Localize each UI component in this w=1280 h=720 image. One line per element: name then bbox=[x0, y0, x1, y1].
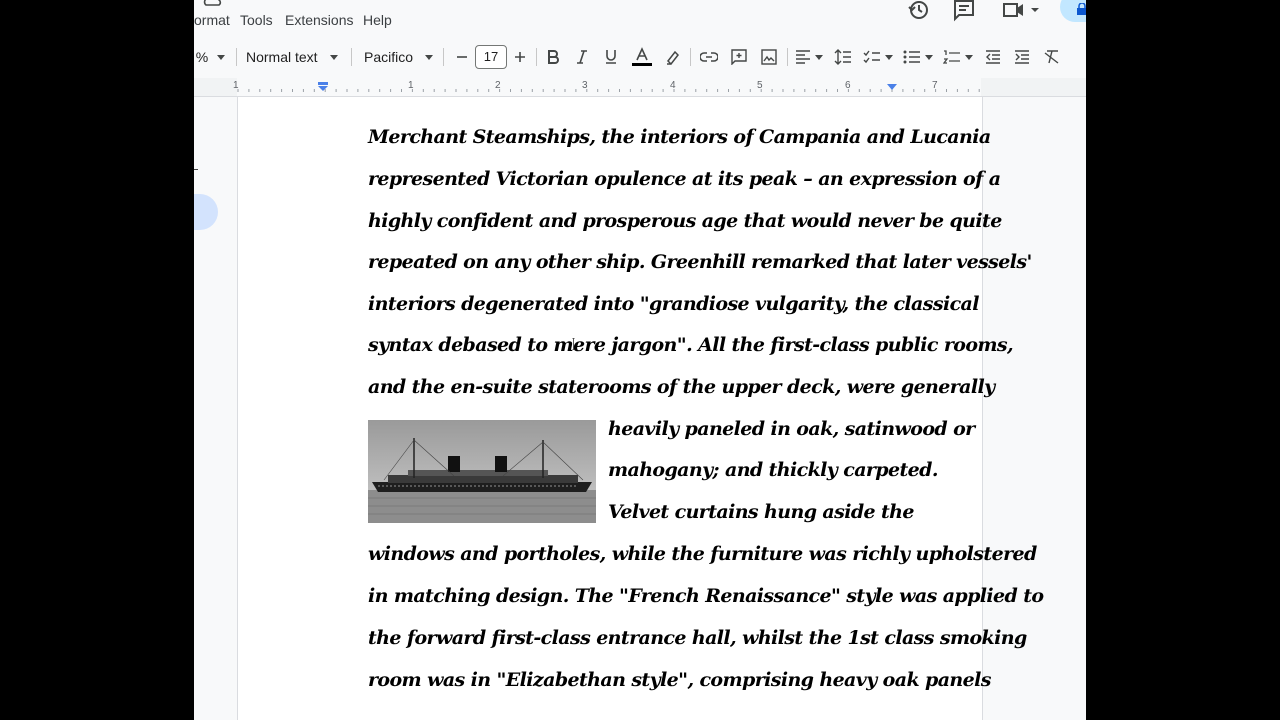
underline-icon[interactable] bbox=[602, 46, 620, 68]
text-line: room was in "Elizabethan style", compris… bbox=[368, 669, 991, 691]
text-line: in matching design. The "French Renaissa… bbox=[368, 585, 1044, 607]
add-comment-icon[interactable] bbox=[729, 46, 749, 68]
increase-indent-icon[interactable] bbox=[1012, 46, 1032, 68]
menu-tools[interactable]: Tools bbox=[240, 12, 273, 28]
ruler-number: 1 bbox=[233, 80, 239, 91]
style-value: Normal text bbox=[246, 49, 318, 65]
horizontal-ruler[interactable]: 1 1 2 3 4 5 6 7 bbox=[194, 78, 1086, 97]
comments-icon[interactable] bbox=[952, 0, 976, 22]
text-line: mahogany; and thickly carpeted. bbox=[608, 459, 938, 481]
text-line: Velvet curtains hung aside the bbox=[608, 501, 914, 523]
menu-bar: ormat Tools Extensions Help bbox=[194, 0, 1086, 40]
document-canvas: Merchant Steamships, the interiors of Ca… bbox=[194, 97, 1086, 720]
font-select[interactable]: Pacifico bbox=[364, 46, 436, 68]
text-line: syntax debased to mere jargon". All the … bbox=[368, 334, 1014, 356]
ruler-number: 2 bbox=[495, 80, 501, 91]
numbered-list-icon[interactable] bbox=[942, 46, 974, 68]
align-icon[interactable] bbox=[794, 46, 824, 68]
zoom-select[interactable]: % bbox=[194, 46, 210, 68]
font-caret-icon bbox=[425, 54, 434, 60]
bold-icon[interactable] bbox=[544, 46, 562, 68]
side-marker bbox=[194, 169, 198, 170]
separator bbox=[351, 48, 352, 66]
history-icon[interactable] bbox=[907, 0, 931, 22]
zoom-caret-icon[interactable] bbox=[214, 46, 228, 68]
ruler-number: 3 bbox=[582, 80, 588, 91]
menu-help[interactable]: Help bbox=[363, 12, 392, 28]
highlight-icon[interactable] bbox=[664, 46, 682, 68]
separator bbox=[443, 48, 444, 66]
zoom-value: % bbox=[195, 49, 209, 65]
bulleted-list-icon[interactable] bbox=[902, 46, 934, 68]
text-color-icon[interactable] bbox=[631, 46, 653, 68]
left-indent-marker-icon[interactable] bbox=[317, 82, 329, 92]
lock-icon bbox=[1076, 2, 1086, 15]
style-select[interactable]: Normal text bbox=[246, 46, 346, 68]
separator bbox=[690, 48, 691, 66]
ruler-number: 4 bbox=[670, 80, 676, 91]
separator bbox=[236, 48, 237, 66]
text-line: Merchant Steamships, the interiors of Ca… bbox=[368, 126, 991, 148]
text-line: windows and portholes, while the furnitu… bbox=[368, 543, 1037, 565]
text-line: and the en-suite staterooms of the upper… bbox=[368, 376, 995, 398]
ruler-number: 5 bbox=[757, 80, 763, 91]
checklist-icon[interactable] bbox=[862, 46, 894, 68]
text-line: repeated on any other ship. Greenhill re… bbox=[368, 251, 1032, 273]
font-size-input[interactable]: 17 bbox=[475, 45, 507, 69]
text-cursor-icon bbox=[572, 338, 575, 350]
cloud-status-icon[interactable] bbox=[202, 0, 224, 6]
chevron-down-icon[interactable] bbox=[1030, 0, 1040, 22]
text-line: the forward first-class entrance hall, w… bbox=[368, 627, 1027, 649]
style-caret-icon bbox=[329, 54, 338, 60]
clear-formatting-icon[interactable] bbox=[1042, 46, 1062, 68]
line-spacing-icon[interactable] bbox=[833, 46, 853, 68]
ruler-number: 7 bbox=[932, 80, 938, 91]
italic-icon[interactable] bbox=[573, 46, 591, 68]
font-value: Pacifico bbox=[364, 49, 414, 65]
text-line: interiors degenerated into "grandiose vu… bbox=[368, 293, 979, 315]
separator bbox=[536, 48, 537, 66]
docs-app-window: ormat Tools Extensions Help % Normal tex… bbox=[194, 0, 1086, 720]
minus-icon[interactable] bbox=[453, 46, 471, 68]
plus-icon[interactable] bbox=[511, 46, 529, 68]
side-panel-toggle[interactable] bbox=[194, 194, 218, 230]
separator bbox=[787, 48, 788, 66]
text-line-partial: ▁▁▁▁▁▁▁▁▁▁▁▁▁▁▁▁▁▁▁▁▁▁▁▁▁▁▁▁▁▁▁▁▁▁▁▁▁▁▁▁ bbox=[368, 700, 928, 712]
right-indent-marker-icon[interactable] bbox=[886, 84, 898, 92]
formatting-toolbar: % Normal text Pacifico 17 bbox=[194, 40, 1086, 74]
document-page[interactable]: Merchant Steamships, the interiors of Ca… bbox=[237, 97, 1044, 720]
decrease-indent-icon[interactable] bbox=[983, 46, 1003, 68]
share-button[interactable] bbox=[1060, 0, 1086, 22]
menu-format[interactable]: ormat bbox=[194, 12, 230, 28]
ruler-number: 1 bbox=[408, 80, 414, 91]
steamship-photo[interactable] bbox=[368, 420, 596, 523]
menu-extensions[interactable]: Extensions bbox=[285, 12, 353, 28]
insert-image-icon[interactable] bbox=[759, 46, 779, 68]
meet-icon[interactable] bbox=[1002, 0, 1026, 22]
text-line: represented Victorian opulence at its pe… bbox=[368, 168, 1001, 190]
text-line: heavily paneled in oak, satinwood or bbox=[608, 418, 975, 440]
link-icon[interactable] bbox=[699, 46, 719, 68]
text-line: highly confident and prosperous age that… bbox=[368, 210, 1002, 232]
ruler-number: 6 bbox=[845, 80, 851, 91]
